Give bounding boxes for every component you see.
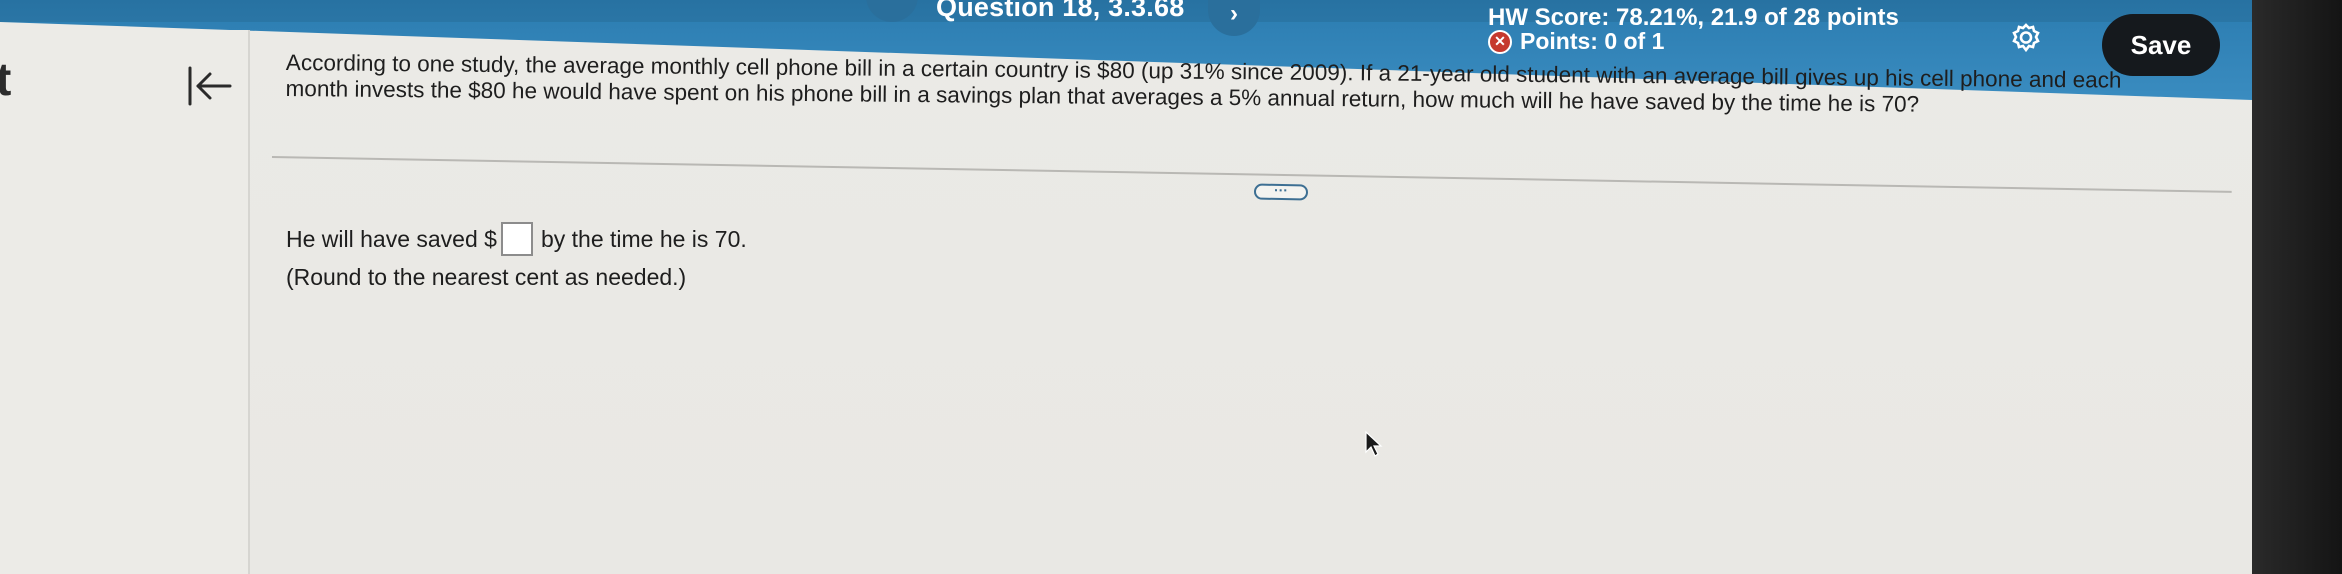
points-text: Points: 0 of 1 <box>1520 28 1665 54</box>
points-row: ✕ Points: 0 of 1 <box>1488 28 1664 55</box>
answer-line: He will have saved $ by the time he is 7… <box>286 222 747 256</box>
left-panel <box>0 30 250 574</box>
screen: Question 18, 3.3.68 › HW Score: 78.21%, … <box>0 0 2342 574</box>
x-circle-icon: ✕ <box>1488 29 1512 54</box>
screen-bezel <box>2252 0 2342 574</box>
mouse-cursor-icon <box>1364 430 1384 460</box>
left-panel-partial-text: t <box>0 53 12 105</box>
collapse-left-icon[interactable] <box>184 64 234 108</box>
answer-input[interactable] <box>500 222 533 256</box>
more-options-button[interactable]: ··· <box>1253 182 1309 201</box>
question-title: Question 18, 3.3.68 <box>936 0 1185 22</box>
answer-prefix: He will have saved $ <box>286 225 497 252</box>
section-divider <box>271 156 2232 193</box>
gear-icon[interactable] <box>2010 22 2042 54</box>
rounding-note: (Round to the nearest cent as needed.) <box>286 264 687 290</box>
answer-suffix: by the time he is 70. <box>540 225 747 252</box>
